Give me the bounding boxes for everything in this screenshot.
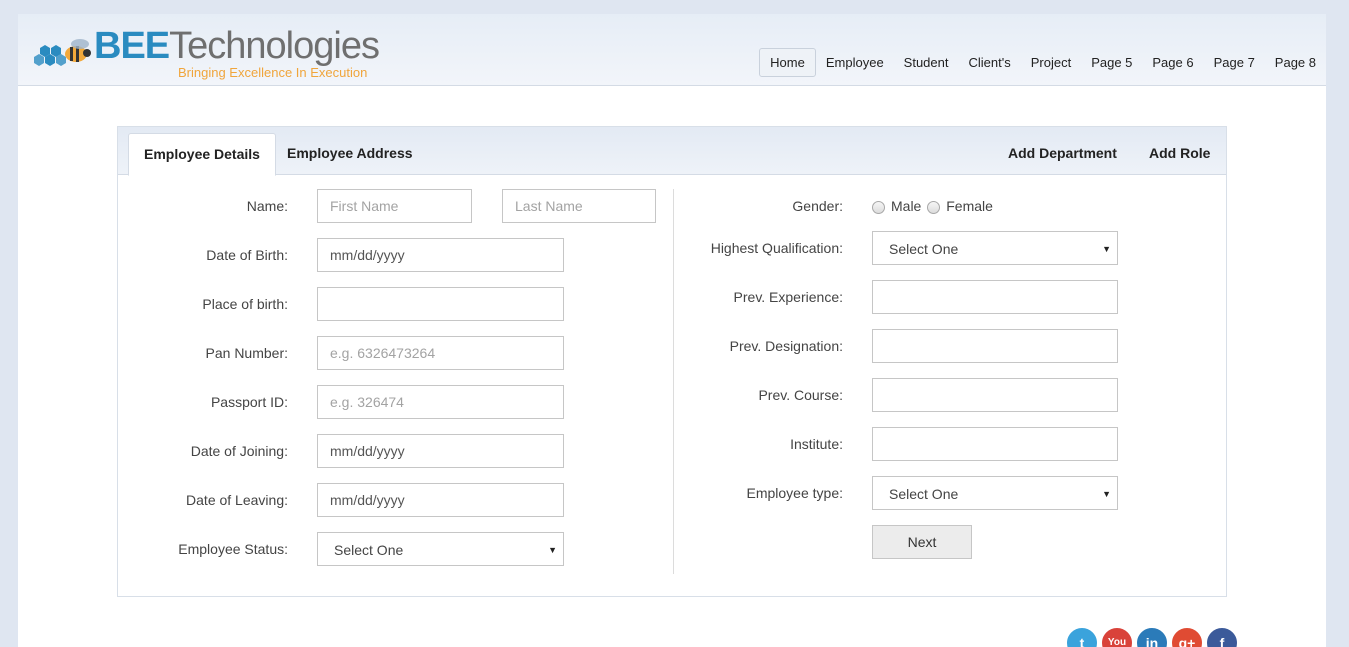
tab-employee-details[interactable]: Employee Details — [128, 133, 276, 176]
status-label: Employee Status: — [178, 541, 288, 557]
institute-label: Institute: — [790, 436, 843, 452]
pan-input[interactable] — [317, 336, 564, 370]
caret-down-icon: ▼ — [548, 545, 557, 555]
gender-label: Gender: — [792, 198, 843, 214]
social-links: t You in g+ f — [1065, 626, 1240, 647]
course-input[interactable] — [872, 378, 1118, 412]
nav-page-5[interactable]: Page 5 — [1081, 48, 1142, 77]
dob-label: Date of Birth: — [206, 247, 288, 263]
nav-home[interactable]: Home — [759, 48, 816, 77]
tab-add-role[interactable]: Add Role — [1149, 133, 1210, 175]
header: BEETechnologies Bringing Excellence In E… — [18, 14, 1326, 86]
tab-bar: Employee Details Employee Address Add De… — [118, 127, 1226, 176]
qualification-select[interactable]: Select One ▼ — [872, 231, 1118, 265]
nav-page-8[interactable]: Page 8 — [1265, 48, 1326, 77]
brand-name: BEETechnologies — [94, 25, 380, 67]
institute-input[interactable] — [872, 427, 1118, 461]
gender-female-label: Female — [946, 198, 993, 214]
column-divider — [673, 189, 674, 574]
top-nav: Home Employee Student Client's Project P… — [759, 48, 1326, 77]
course-label: Prev. Course: — [758, 387, 843, 403]
designation-input[interactable] — [872, 329, 1118, 363]
pob-label: Place of birth: — [202, 296, 288, 312]
caret-down-icon: ▼ — [1102, 244, 1111, 254]
dol-input[interactable] — [317, 483, 564, 517]
brand-name-bold: BEE — [94, 25, 170, 67]
doj-input[interactable] — [317, 434, 564, 468]
bee-hexagon-icon — [34, 39, 91, 66]
gender-male-radio[interactable] — [872, 200, 885, 214]
qualification-value: Select One — [889, 241, 959, 257]
brand-name-rest: Technologies — [169, 25, 380, 67]
nav-employee[interactable]: Employee — [816, 48, 894, 77]
last-name-input[interactable] — [502, 189, 656, 223]
employee-form-panel: Employee Details Employee Address Add De… — [117, 126, 1227, 597]
dob-input[interactable] — [317, 238, 564, 272]
first-name-input[interactable] — [317, 189, 472, 223]
gender-male-label: Male — [891, 198, 922, 214]
facebook-icon[interactable]: f — [1205, 626, 1239, 647]
designation-label: Prev. Designation: — [729, 338, 843, 354]
tab-add-department[interactable]: Add Department — [1008, 133, 1117, 175]
youtube-icon[interactable]: You — [1100, 626, 1134, 647]
employee-type-label: Employee type: — [746, 485, 844, 501]
logo[interactable]: BEETechnologies Bringing Excellence In E… — [34, 20, 394, 84]
google-plus-icon[interactable]: g+ — [1170, 626, 1204, 647]
dol-label: Date of Leaving: — [186, 492, 288, 508]
experience-input[interactable] — [872, 280, 1118, 314]
employee-type-value: Select One — [889, 486, 959, 502]
pan-label: Pan Number: — [205, 345, 288, 361]
experience-label: Prev. Experience: — [733, 289, 843, 305]
qualification-label: Highest Qualification: — [710, 240, 843, 256]
nav-clients[interactable]: Client's — [959, 48, 1021, 77]
brand-tagline: Bringing Excellence In Execution — [178, 65, 368, 80]
employee-status-select[interactable]: Select One ▼ — [317, 532, 564, 566]
doj-label: Date of Joining: — [190, 443, 288, 459]
caret-down-icon: ▼ — [1102, 489, 1111, 499]
employee-status-value: Select One — [334, 542, 404, 558]
nav-project[interactable]: Project — [1021, 48, 1081, 77]
pob-input[interactable] — [317, 287, 564, 321]
tab-employee-address[interactable]: Employee Address — [272, 133, 428, 175]
employee-type-select[interactable]: Select One ▼ — [872, 476, 1118, 510]
nav-page-7[interactable]: Page 7 — [1204, 48, 1265, 77]
gender-radio-group: Male Female — [872, 189, 995, 223]
nav-page-6[interactable]: Page 6 — [1142, 48, 1203, 77]
name-label: Name: — [246, 198, 288, 214]
passport-label: Passport ID: — [210, 394, 288, 410]
passport-input[interactable] — [317, 385, 564, 419]
twitter-icon[interactable]: t — [1065, 626, 1099, 647]
nav-student[interactable]: Student — [894, 48, 959, 77]
gender-female-radio[interactable] — [927, 200, 941, 214]
linkedin-icon[interactable]: in — [1135, 626, 1169, 647]
next-button[interactable]: Next — [872, 525, 972, 559]
